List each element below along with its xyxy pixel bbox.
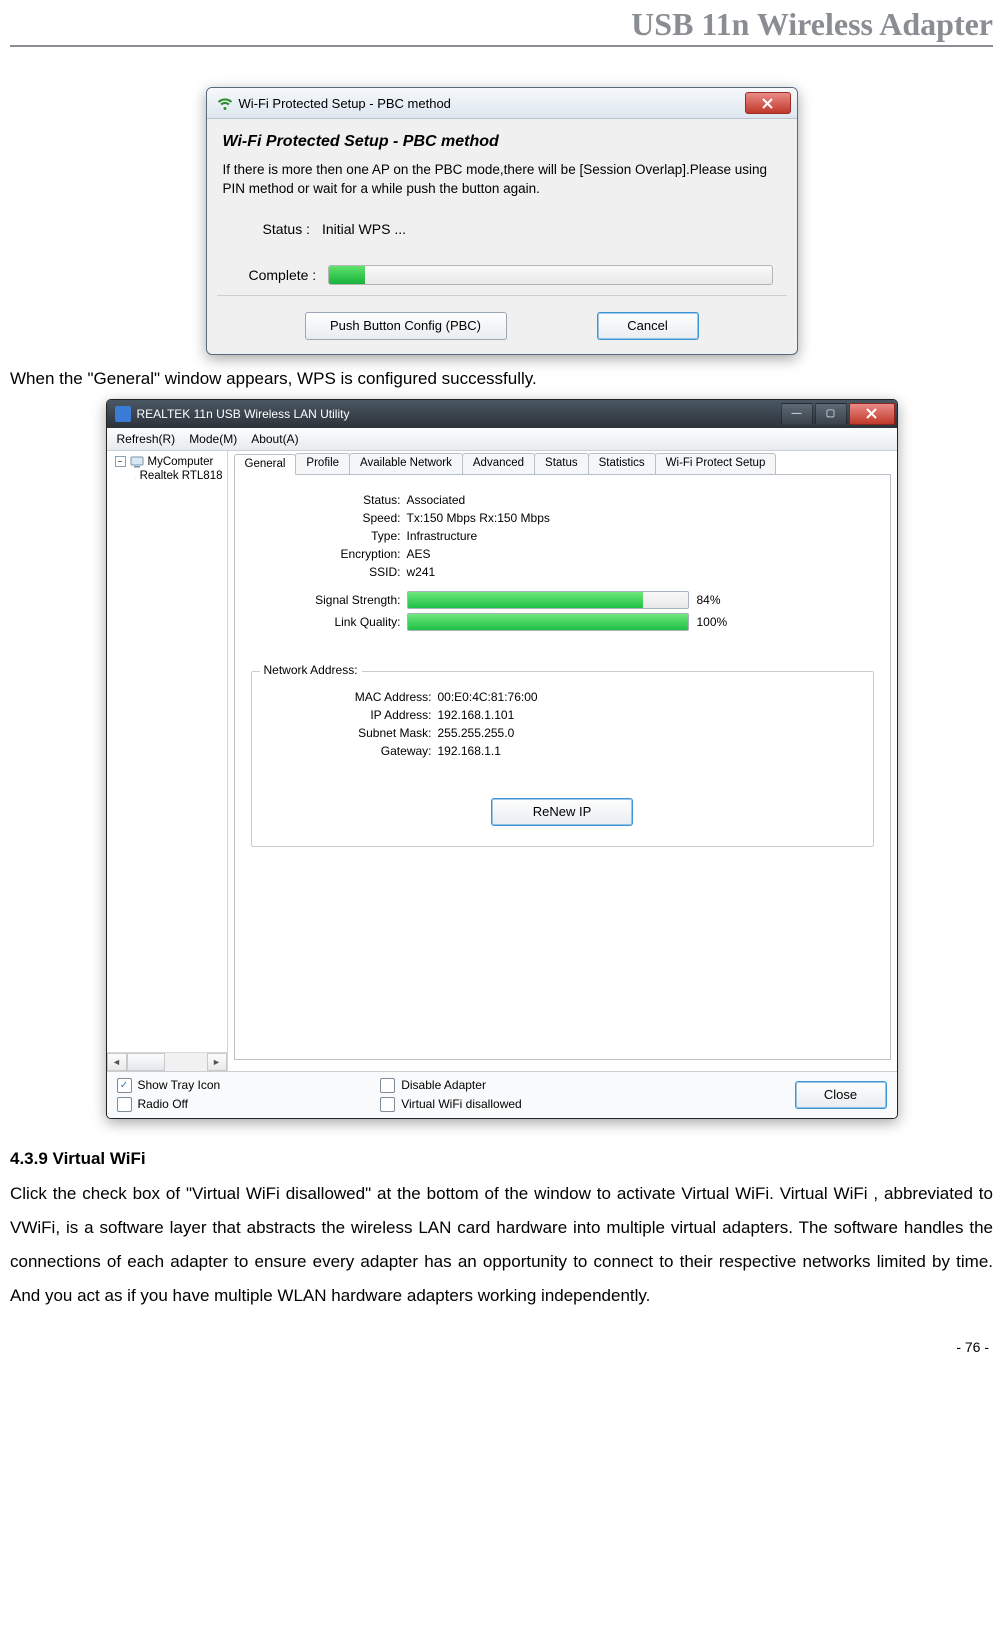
- wps-dialog: Wi-Fi Protected Setup - PBC method Wi-Fi…: [206, 87, 798, 355]
- app-title-text: REALTEK 11n USB Wireless LAN Utility: [137, 407, 350, 421]
- maximize-button[interactable]: ▢: [815, 403, 847, 425]
- divider: [217, 295, 787, 296]
- ssid-label: SSID:: [251, 565, 407, 579]
- tab-strip: General Profile Available Network Advanc…: [234, 453, 891, 475]
- signal-strength-fill: [408, 592, 643, 608]
- menu-about[interactable]: About(A): [251, 432, 298, 446]
- radio-off-checkbox[interactable]: Radio Off: [117, 1097, 221, 1112]
- speed-value: Tx:150 Mbps Rx:150 Mbps: [407, 511, 874, 525]
- tree-collapse-icon[interactable]: −: [115, 456, 126, 467]
- virtual-wifi-disallowed-checkbox[interactable]: Virtual WiFi disallowed: [380, 1097, 522, 1112]
- gateway-label: Gateway:: [252, 744, 438, 758]
- wps-status-label: Status :: [263, 221, 310, 237]
- show-tray-icon-checkbox[interactable]: ✓ Show Tray Icon: [117, 1078, 221, 1093]
- checkbox-icon: [380, 1097, 395, 1112]
- subnet-value: 255.255.255.0: [438, 726, 873, 740]
- network-address-legend: Network Address:: [260, 663, 362, 677]
- virtual-wifi-disallowed-label: Virtual WiFi disallowed: [401, 1097, 522, 1111]
- caption-text: When the "General" window appears, WPS i…: [10, 369, 993, 389]
- type-value: Infrastructure: [407, 529, 874, 543]
- scroll-left-icon[interactable]: ◄: [107, 1053, 127, 1071]
- computer-icon: [130, 456, 144, 468]
- menubar: Refresh(R) Mode(M) About(A): [107, 428, 897, 451]
- mac-value: 00:E0:4C:81:76:00: [438, 690, 873, 704]
- link-quality-fill: [408, 614, 688, 630]
- minimize-button[interactable]: —: [781, 403, 813, 425]
- tab-general[interactable]: General: [234, 454, 297, 475]
- speed-label: Speed:: [251, 511, 407, 525]
- signal-strength-bar: [407, 591, 689, 609]
- wps-info-text: If there is more then one AP on the PBC …: [223, 161, 781, 199]
- adapter-icon: [135, 470, 136, 482]
- status-value: Associated: [407, 493, 874, 507]
- app-titlebar[interactable]: REALTEK 11n USB Wireless LAN Utility — ▢: [107, 400, 897, 428]
- wps-progress-fill: [329, 266, 364, 284]
- scroll-thumb[interactable]: [127, 1053, 165, 1071]
- mac-label: MAC Address:: [252, 690, 438, 704]
- checkbox-icon: [117, 1097, 132, 1112]
- scroll-right-icon[interactable]: ►: [207, 1053, 227, 1071]
- menu-mode[interactable]: Mode(M): [189, 432, 237, 446]
- ssid-value: w241: [407, 565, 874, 579]
- page-number: - 76 -: [10, 1339, 989, 1355]
- tab-wifi-protect-setup[interactable]: Wi-Fi Protect Setup: [655, 453, 777, 474]
- tab-statistics[interactable]: Statistics: [588, 453, 656, 474]
- disable-adapter-checkbox[interactable]: Disable Adapter: [380, 1078, 522, 1093]
- device-tree: − MyComputer Realtek RTL818 ◄: [107, 451, 228, 1071]
- wps-titlebar[interactable]: Wi-Fi Protected Setup - PBC method: [207, 88, 797, 119]
- section-heading: 4.3.9 Virtual WiFi: [10, 1149, 993, 1169]
- show-tray-icon-label: Show Tray Icon: [138, 1078, 221, 1092]
- tab-advanced[interactable]: Advanced: [462, 453, 535, 474]
- close-window-button[interactable]: [849, 403, 895, 425]
- link-quality-label: Link Quality:: [251, 615, 407, 629]
- wps-progress-bar: [328, 265, 772, 285]
- menu-refresh[interactable]: Refresh(R): [117, 432, 176, 446]
- checkbox-checked-icon: ✓: [117, 1078, 132, 1093]
- tree-root-label: MyComputer: [148, 456, 214, 468]
- tab-general-content: Status:Associated Speed:Tx:150 Mbps Rx:1…: [234, 475, 891, 1060]
- ip-value: 192.168.1.101: [438, 708, 873, 722]
- app-footer: ✓ Show Tray Icon Radio Off Disable Adapt…: [107, 1071, 897, 1118]
- link-quality-percent: 100%: [697, 615, 728, 629]
- tree-child-label: Realtek RTL818: [140, 470, 223, 482]
- gateway-value: 192.168.1.1: [438, 744, 873, 758]
- tab-available-network[interactable]: Available Network: [349, 453, 463, 474]
- network-address-group: Network Address: MAC Address:00:E0:4C:81…: [251, 671, 874, 847]
- wps-status-value: Initial WPS ...: [322, 221, 406, 237]
- wifi-icon: [217, 95, 233, 111]
- close-app-button[interactable]: Close: [795, 1081, 887, 1109]
- ip-label: IP Address:: [252, 708, 438, 722]
- type-label: Type:: [251, 529, 407, 543]
- disable-adapter-label: Disable Adapter: [401, 1078, 486, 1092]
- page-header: USB 11n Wireless Adapter: [10, 0, 993, 47]
- encryption-value: AES: [407, 547, 874, 561]
- tree-root[interactable]: − MyComputer: [107, 455, 227, 469]
- wps-title-text: Wi-Fi Protected Setup - PBC method: [239, 96, 451, 111]
- signal-strength-percent: 84%: [697, 593, 721, 607]
- close-button[interactable]: [745, 92, 791, 114]
- encryption-label: Encryption:: [251, 547, 407, 561]
- radio-off-label: Radio Off: [138, 1097, 188, 1111]
- pbc-button[interactable]: Push Button Config (PBC): [305, 312, 507, 340]
- link-quality-bar: [407, 613, 689, 631]
- tree-child[interactable]: Realtek RTL818: [107, 469, 227, 483]
- tree-hscrollbar[interactable]: ◄ ►: [107, 1052, 227, 1071]
- section-body: Click the check box of "Virtual WiFi dis…: [10, 1177, 993, 1313]
- wps-complete-label: Complete :: [249, 267, 317, 283]
- status-label: Status:: [251, 493, 407, 507]
- tab-status[interactable]: Status: [534, 453, 589, 474]
- checkbox-icon: [380, 1078, 395, 1093]
- subnet-label: Subnet Mask:: [252, 726, 438, 740]
- renew-ip-button[interactable]: ReNew IP: [491, 798, 633, 826]
- realtek-window: REALTEK 11n USB Wireless LAN Utility — ▢…: [106, 399, 898, 1119]
- cancel-button[interactable]: Cancel: [597, 312, 699, 340]
- app-icon: [115, 406, 131, 422]
- wps-heading: Wi-Fi Protected Setup - PBC method: [223, 133, 781, 151]
- signal-strength-label: Signal Strength:: [251, 593, 407, 607]
- tab-profile[interactable]: Profile: [295, 453, 350, 474]
